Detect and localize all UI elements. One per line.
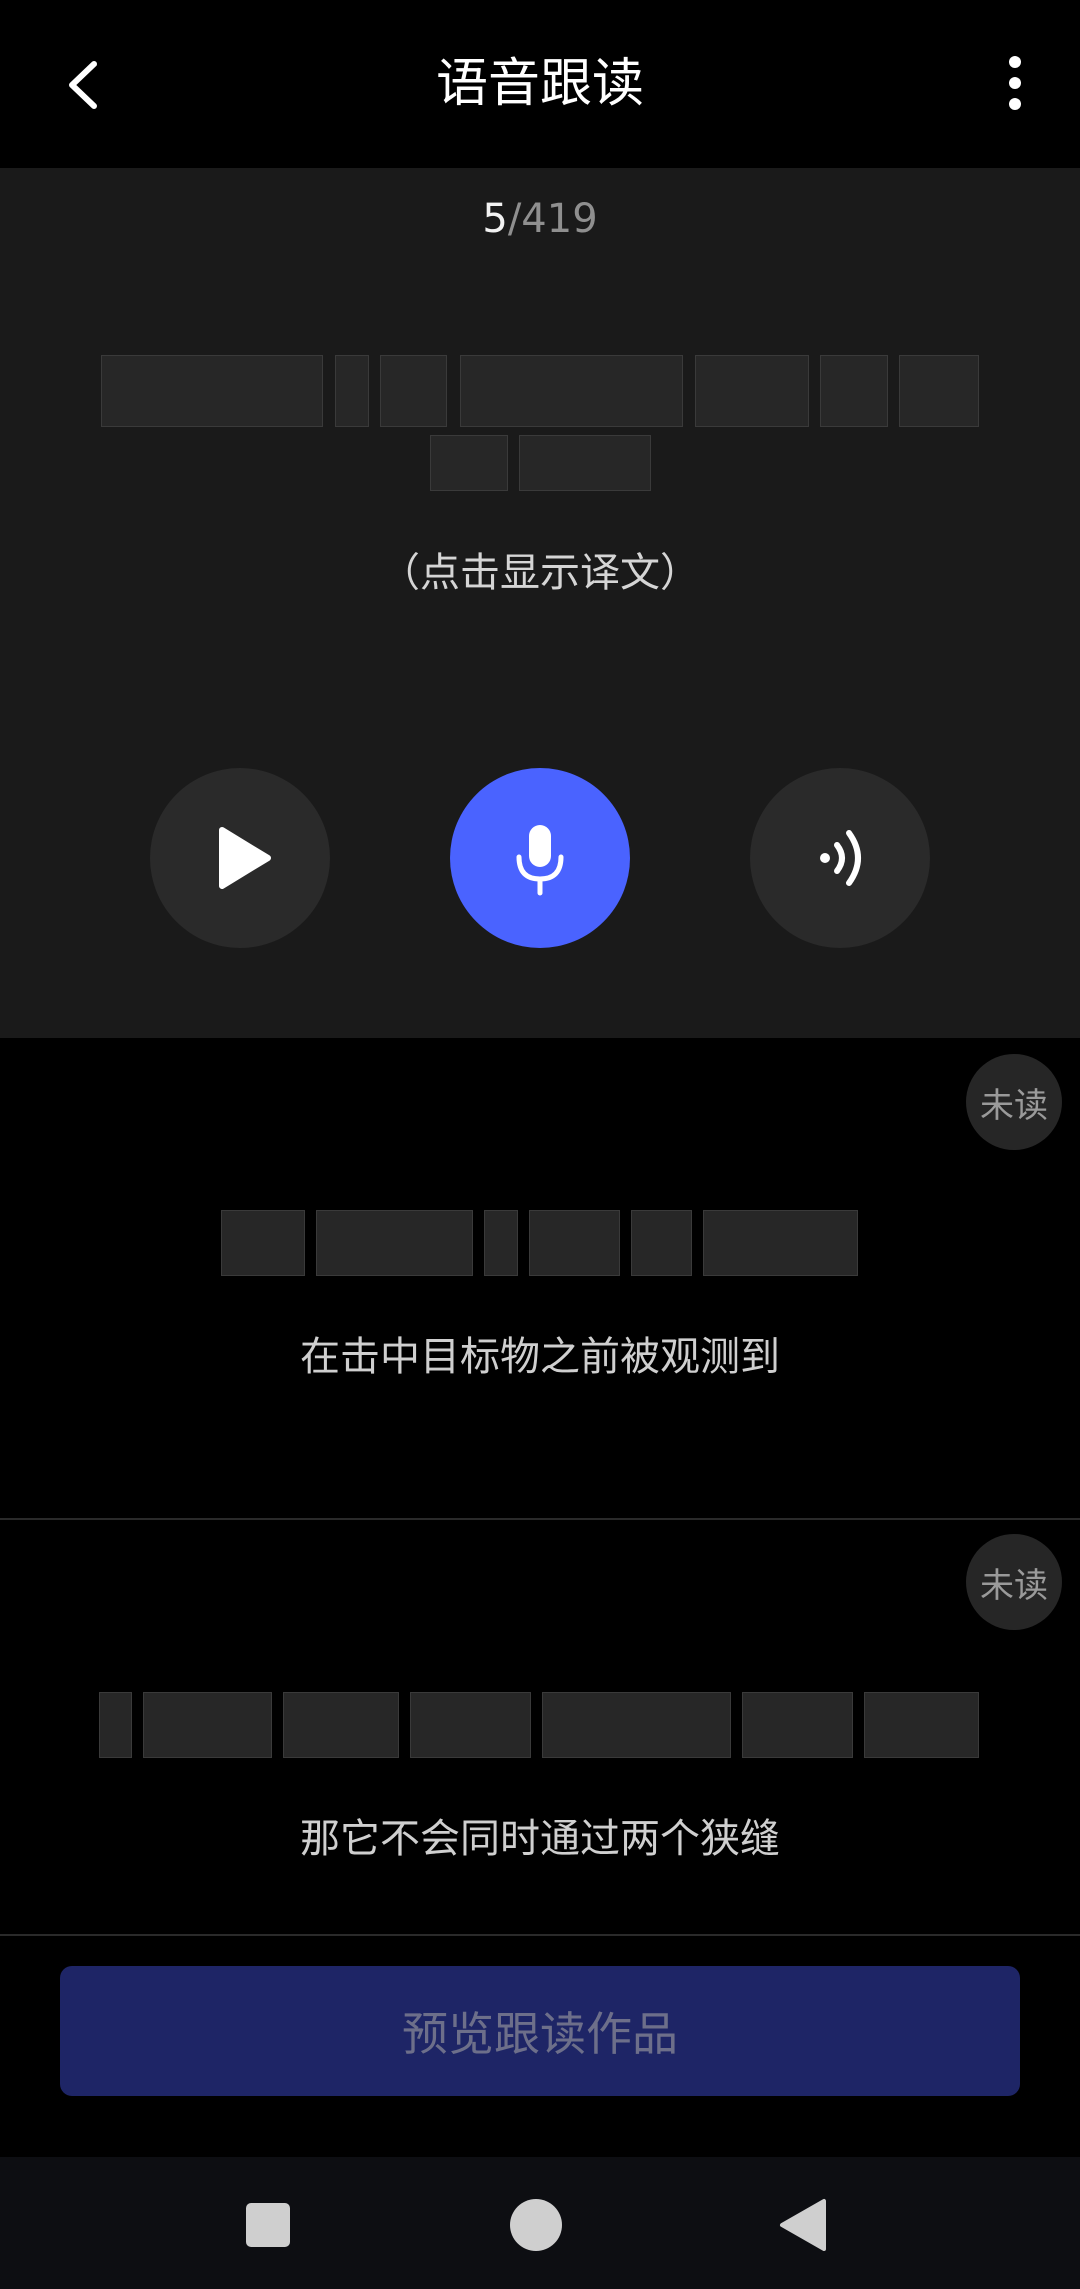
triangle-back-icon bbox=[780, 2199, 826, 2251]
redacted-word bbox=[460, 355, 683, 427]
redacted-word bbox=[864, 1692, 979, 1758]
progress-total: /419 bbox=[507, 196, 598, 242]
redacted-word bbox=[484, 1210, 518, 1276]
redacted-word bbox=[316, 1210, 473, 1276]
square-icon bbox=[246, 2203, 290, 2247]
redacted-word bbox=[99, 1692, 132, 1758]
back-button[interactable] bbox=[50, 50, 120, 120]
divider bbox=[0, 1934, 1080, 1936]
redacted-word bbox=[820, 355, 888, 427]
record-button[interactable] bbox=[450, 768, 630, 948]
unread-badge: 未读 bbox=[966, 1534, 1062, 1630]
redacted-word bbox=[221, 1210, 305, 1276]
sentence-item[interactable]: 未读 那它不会同时通过两个狭缝 bbox=[0, 1520, 1080, 1934]
circle-icon bbox=[510, 2199, 562, 2251]
redacted-word bbox=[695, 355, 809, 427]
redacted-word bbox=[335, 355, 369, 427]
play-original-button[interactable] bbox=[150, 768, 330, 948]
progress-counter: 5/419 bbox=[0, 196, 1080, 242]
sentence-translation: 那它不会同时通过两个狭缝 bbox=[300, 1816, 780, 1862]
preview-recordings-button[interactable]: 预览跟读作品 bbox=[60, 1966, 1020, 2096]
redacted-word bbox=[430, 435, 508, 491]
nav-back-button[interactable] bbox=[762, 2190, 842, 2260]
redacted-word bbox=[542, 1692, 731, 1758]
sentence-item[interactable]: 未读 在击中目标物之前被观测到 bbox=[0, 1038, 1080, 1518]
redacted-word bbox=[410, 1692, 531, 1758]
chevron-left-icon bbox=[69, 61, 97, 109]
page-title: 语音跟读 bbox=[435, 54, 644, 114]
more-vertical-icon bbox=[1009, 56, 1021, 110]
playback-wave-icon bbox=[820, 830, 861, 886]
redacted-word bbox=[101, 355, 323, 427]
home-button[interactable] bbox=[496, 2190, 576, 2260]
redacted-word bbox=[283, 1692, 399, 1758]
redacted-word bbox=[519, 435, 651, 491]
redacted-word bbox=[742, 1692, 853, 1758]
microphone-icon bbox=[516, 825, 564, 896]
sentence-translation: 在击中目标物之前被观测到 bbox=[300, 1334, 780, 1380]
redacted-word bbox=[143, 1692, 272, 1758]
play-icon bbox=[219, 827, 271, 889]
show-translation-hint[interactable]: （点击显示译文） bbox=[0, 540, 1080, 598]
recent-apps-button[interactable] bbox=[228, 2190, 308, 2260]
redacted-word bbox=[703, 1210, 858, 1276]
redacted-word bbox=[631, 1210, 692, 1276]
play-recording-button[interactable] bbox=[750, 768, 930, 948]
redacted-word bbox=[380, 355, 447, 427]
redacted-word bbox=[529, 1210, 620, 1276]
more-button[interactable] bbox=[990, 48, 1040, 118]
progress-current: 5 bbox=[482, 196, 508, 242]
unread-badge: 未读 bbox=[966, 1054, 1062, 1150]
redacted-word bbox=[899, 355, 979, 427]
